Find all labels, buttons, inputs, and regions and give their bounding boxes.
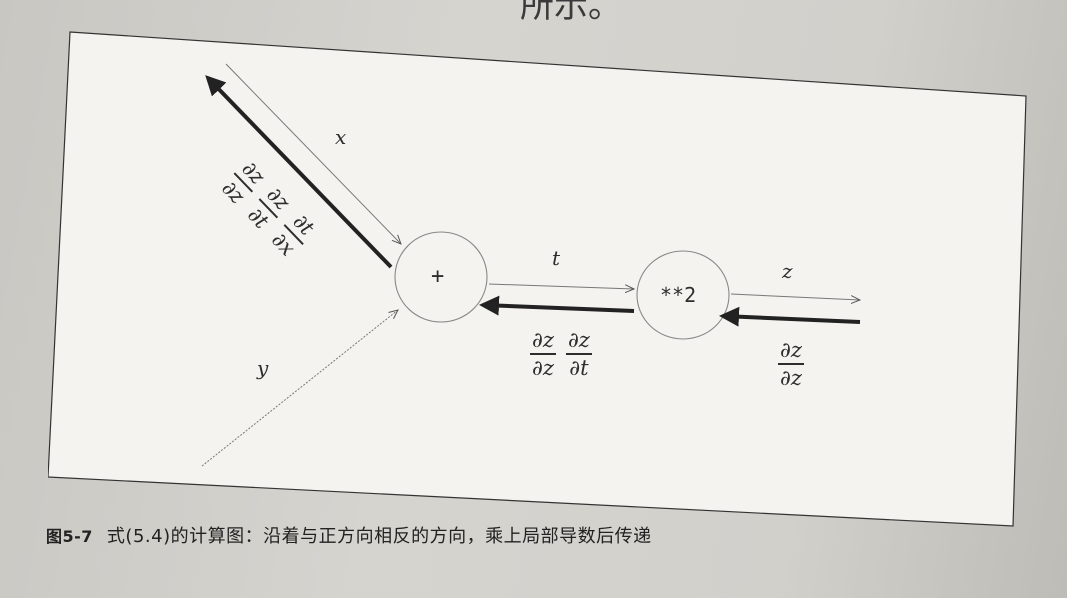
figure-caption: 图5-7 式(5.4)的计算图：沿着与正方向相反的方向，乘上局部导数后传递 bbox=[46, 522, 652, 548]
edge-label-t: t bbox=[552, 246, 561, 270]
figure-number: 图5-7 bbox=[46, 527, 93, 546]
fraction-dz-dt: ∂z ∂t bbox=[565, 328, 592, 380]
edge-label-z: z bbox=[782, 259, 793, 283]
fraction-dz-dz: ∂z ∂z bbox=[530, 328, 556, 380]
fraction-dz-dz: ∂z ∂z bbox=[778, 338, 804, 390]
edge-label-y: y bbox=[257, 356, 269, 380]
t-path-derivative: ∂z ∂z ∂z ∂t bbox=[530, 328, 592, 380]
computational-graph-figure: x y t z + **2 ∂z ∂z ∂z ∂t ∂t ∂x ∂z ∂z ∂z ∂t ∂… bbox=[48, 22, 1033, 527]
figure-frame bbox=[48, 31, 1027, 527]
square-node-label: **2 bbox=[660, 283, 697, 307]
z-path-derivative: ∂z ∂z bbox=[778, 338, 804, 390]
graph-canvas bbox=[48, 31, 1027, 527]
caption-text: 式(5.4)的计算图：沿着与正方向相反的方向，乘上局部导数后传递 bbox=[106, 526, 652, 547]
edge-label-x: x bbox=[335, 125, 347, 149]
add-node-label: + bbox=[431, 264, 445, 289]
